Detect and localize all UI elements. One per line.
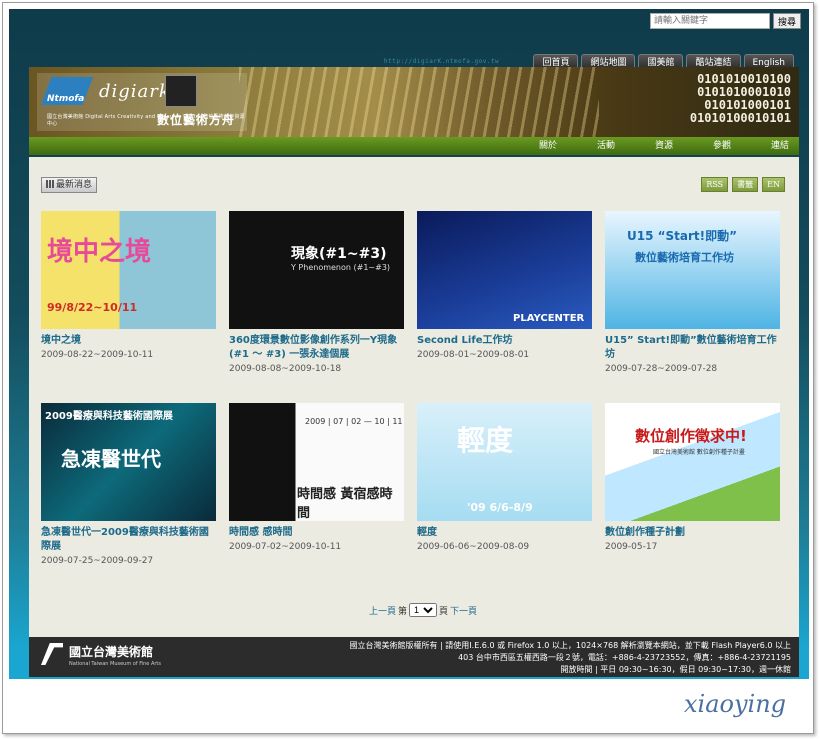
thumb-subtext: 國立台灣美術館 數位創作種子計畫 xyxy=(653,449,745,456)
rss-button[interactable]: RSS xyxy=(701,177,729,192)
footer-logo-name: 國立台灣美術館 xyxy=(69,645,154,659)
news-title[interactable]: 360度環景數位影像創作系列一Y現象(#1 ～ #3) 一張永達個展 xyxy=(229,334,405,362)
thumb-subtext: 2009醫療與科技藝術國際展 xyxy=(45,411,173,422)
news-title[interactable]: U15” Start!即動”數位藝術培育工作坊 xyxy=(605,334,781,362)
banner-decoration xyxy=(239,67,599,137)
thumb-subtext: 數位藝術培育工作坊 xyxy=(635,251,734,264)
sub-nav-resources[interactable]: 資源 xyxy=(615,137,673,155)
site-title: 數位藝術方舟 xyxy=(157,113,236,127)
sub-nav-about[interactable]: 關於 xyxy=(499,137,557,155)
news-thumbnail[interactable]: 現象(#1~#3) Y Phenomenon (#1~#3) xyxy=(229,211,404,329)
english-button[interactable]: EN xyxy=(762,177,785,192)
footer-logo-sub: National Taiwan Museum of Fine Arts xyxy=(69,661,161,667)
binary-decoration: 0101010010100 0101010001010 010101000101… xyxy=(690,73,791,125)
news-title[interactable]: 急凍醫世代一2009醫療與科技藝術國際展 xyxy=(41,526,217,554)
site-url: http://digiarK.ntmofa.gov.tw xyxy=(384,58,500,65)
news-card: 輕度 '09 6/6-8/9 輕度 2009-06-06~2009-08-09 xyxy=(417,403,593,552)
thumb-subtext: 99/8/22~10/11 xyxy=(47,301,138,314)
news-thumbnail[interactable]: U15 “Start!即動” 數位藝術培育工作坊 xyxy=(605,211,780,329)
pagination: 上一頁 第 1 頁 下一頁 xyxy=(369,603,477,617)
page-prefix: 第 xyxy=(398,606,408,617)
grid-icon xyxy=(46,180,54,188)
thumb-subtext: '09 6/6-8/9 xyxy=(467,501,533,514)
footer-line: 開放時間 | 平日 09:30~16:30，假日 09:30~17:30，週一休… xyxy=(560,665,792,674)
sub-nav: 關於 活動 資源 參觀 連結 xyxy=(29,137,799,155)
latest-news-label: 最新消息 xyxy=(56,180,93,190)
news-thumbnail[interactable]: 2009醫療與科技藝術國際展 急凍醫世代 xyxy=(41,403,216,521)
thumb-text: 輕度 xyxy=(457,424,514,457)
news-date: 2009-06-06~2009-08-09 xyxy=(417,542,530,552)
news-thumbnail[interactable]: 2009 | 07 | 02 — 10 | 11 時間感 黃宿感時間 xyxy=(229,403,404,521)
screenshot-frame: 搜尋 http://digiarK.ntmofa.gov.tw 回首頁 網站地圖… xyxy=(2,2,814,734)
footer-line: 403 台中市西區五權西路一段２號，電話：+886-4-23723552，傳真：… xyxy=(458,653,791,662)
news-card: U15 “Start!即動” 數位藝術培育工作坊 U15” Start!即動”數… xyxy=(605,211,781,374)
thumb-text: 時間感 黃宿感時間 xyxy=(297,487,393,521)
news-card: 現象(#1~#3) Y Phenomenon (#1~#3) 360度環景數位影… xyxy=(229,211,405,374)
news-card: 數位創作徵求中! 國立台灣美術館 數位創作種子計畫 數位創作種子計劃 2009-… xyxy=(605,403,781,552)
next-page-link[interactable]: 下一頁 xyxy=(450,604,477,617)
prev-page-link[interactable]: 上一頁 xyxy=(369,604,396,617)
banner: Ntmofa digiark 國立台灣美術館 Digital Arts Crea… xyxy=(29,67,799,137)
news-date: 2009-07-25~2009-09-27 xyxy=(41,556,154,566)
news-thumbnail[interactable]: 數位創作徵求中! 國立台灣美術館 數位創作種子計畫 xyxy=(605,403,780,521)
news-title[interactable]: 時間感 感時間 xyxy=(229,526,405,540)
cube-icon xyxy=(165,75,197,107)
thumb-text: PLAYCENTER xyxy=(513,313,585,324)
footer-info: 國立台灣美術館版權所有 | 請使用I.E.6.0 或 Firefox 1.0 以… xyxy=(350,640,791,676)
site-logo[interactable]: Ntmofa digiark 國立台灣美術館 Digital Arts Crea… xyxy=(37,73,247,131)
digiark-wordmark: digiark xyxy=(99,81,171,102)
footer: 國立台灣美術館 National Taiwan Museum of Fine A… xyxy=(29,637,799,677)
news-title[interactable]: Second Life工作坊 xyxy=(417,334,593,348)
footer-logo[interactable]: 國立台灣美術館 National Taiwan Museum of Fine A… xyxy=(41,643,161,667)
sub-nav-events[interactable]: 活動 xyxy=(557,137,615,155)
news-title[interactable]: 境中之境 xyxy=(41,334,217,348)
news-card: 2009 | 07 | 02 — 10 | 11 時間感 黃宿感時間 時間感 感… xyxy=(229,403,405,552)
news-title[interactable]: 數位創作種子計劃 xyxy=(605,526,781,540)
news-date: 2009-08-08~2009-10-18 xyxy=(229,364,342,374)
website: 搜尋 http://digiarK.ntmofa.gov.tw 回首頁 網站地圖… xyxy=(9,9,809,679)
thumb-subtext: 2009 | 07 | 02 — 10 | 11 xyxy=(305,417,403,426)
thumb-text: 現象(#1~#3) xyxy=(291,246,387,262)
bookmark-button[interactable]: 書籤 xyxy=(732,177,759,192)
signature: xiaoying xyxy=(684,690,787,718)
thumb-text: 境中之境 xyxy=(47,237,152,267)
main-content: 最新消息 RSS 書籤 EN 境中之境 99/8/22~10/11 境中之境 2… xyxy=(29,157,799,637)
thumb-text: 數位創作徵求中! xyxy=(635,427,747,445)
news-card: 境中之境 99/8/22~10/11 境中之境 2009-08-22~2009-… xyxy=(41,211,217,360)
news-thumbnail[interactable]: 輕度 '09 6/6-8/9 xyxy=(417,403,592,521)
page-select[interactable]: 1 xyxy=(409,603,438,617)
news-thumbnail[interactable]: PLAYCENTER xyxy=(417,211,592,329)
museum-logo-icon xyxy=(41,643,63,665)
thumb-subtext: Y Phenomenon (#1~#3) xyxy=(291,263,391,272)
search-button[interactable]: 搜尋 xyxy=(772,13,801,29)
news-date: 2009-08-22~2009-10-11 xyxy=(41,350,154,360)
news-card: 2009醫療與科技藝術國際展 急凍醫世代 急凍醫世代一2009醫療與科技藝術國際… xyxy=(41,403,217,566)
news-date: 2009-07-02~2009-10-11 xyxy=(229,542,342,552)
news-date: 2009-07-28~2009-07-28 xyxy=(605,364,718,374)
news-date: 2009-05-17 xyxy=(605,542,658,552)
latest-news-button[interactable]: 最新消息 xyxy=(41,177,98,193)
search-bar: 搜尋 xyxy=(649,13,801,29)
sub-nav-links[interactable]: 連結 xyxy=(731,137,789,155)
toolbar: RSS 書籤 EN xyxy=(701,177,785,192)
ntmofa-logo: Ntmofa xyxy=(41,77,93,105)
search-input[interactable] xyxy=(649,13,770,29)
sub-nav-visit[interactable]: 參觀 xyxy=(673,137,731,155)
thumb-text: U15 “Start!即動” xyxy=(627,229,737,243)
binary-line: 01010100010101 xyxy=(689,111,791,125)
news-title[interactable]: 輕度 xyxy=(417,526,593,540)
page-suffix: 頁 xyxy=(439,606,449,617)
news-thumbnail[interactable]: 境中之境 99/8/22~10/11 xyxy=(41,211,216,329)
thumb-text: 急凍醫世代 xyxy=(61,447,161,471)
news-card: PLAYCENTER Second Life工作坊 2009-08-01~200… xyxy=(417,211,593,360)
footer-line: 國立台灣美術館版權所有 | 請使用I.E.6.0 或 Firefox 1.0 以… xyxy=(349,641,791,650)
news-date: 2009-08-01~2009-08-01 xyxy=(417,350,530,360)
